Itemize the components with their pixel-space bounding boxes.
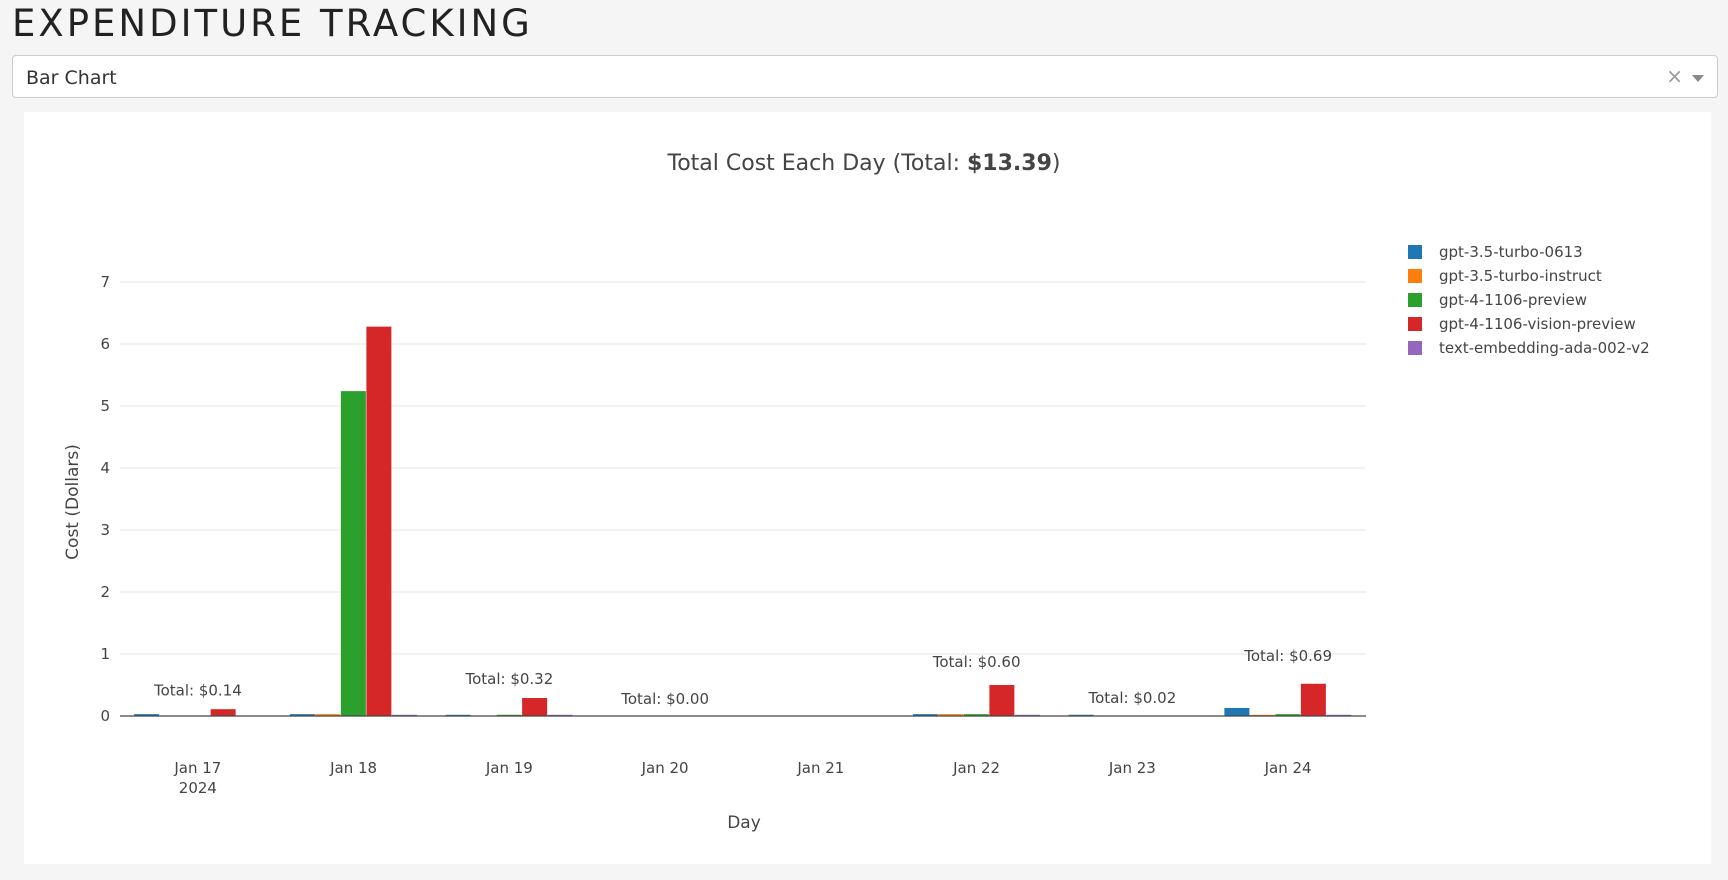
legend-swatch [1408,293,1422,307]
y-axis-label: Cost (Dollars) [63,444,83,560]
chart-title-prefix: Total Cost Each Day (Total: [667,151,968,176]
bar-gpt-4-1106-vision-preview-jan-19[interactable] [522,698,548,716]
x-tick-sublabel: 2024 [179,779,217,797]
legend-label: text-embedding-ada-002-v2 [1439,339,1650,357]
bar-annotations: Total: $0.14 Total: $0.32 Total: $0.00 Tota… [153,647,1332,708]
legend-swatch [1408,317,1422,331]
legend-item[interactable]: gpt-3.5-turbo-instruct [1408,267,1602,285]
bars [134,326,1352,716]
y-tick-label: 2 [100,583,110,601]
cost-bar-chart: Total Cost Each Day (Total: $13.39) 0 1 2 3… [63,151,1650,833]
x-tick-label: Jan 19 [485,759,533,777]
bar-gpt-4-1106-vision-preview-jan-24[interactable] [1300,683,1326,716]
legend-label: gpt-4-1106-vision-preview [1439,315,1636,333]
chart-panel: Total Cost Each Day (Total: $13.39) 0 1 2 3… [24,112,1711,864]
legend-item[interactable]: gpt-4-1106-vision-preview [1408,315,1636,333]
bar-gpt-4-1106-vision-preview-jan-22[interactable] [989,685,1015,716]
x-tick-labels: Jan 17 2024 Jan 18 Jan 19 Jan 20 Jan 21 Jan 22… [173,759,1311,797]
legend-label: gpt-3.5-turbo-0613 [1439,243,1583,261]
legend-item[interactable]: text-embedding-ada-002-v2 [1408,339,1650,357]
x-tick-label: Jan 23 [1108,759,1156,777]
chart-type-selected-value: Bar Chart [26,67,117,89]
total-annotation: Total: $0.60 [932,653,1021,671]
chart-type-dropdown[interactable]: Bar Chart × [12,55,1718,98]
bar-gpt-4-1106-vision-preview-jan-17[interactable] [210,709,236,716]
grid-lines [120,281,1366,655]
legend-item[interactable]: gpt-4-1106-preview [1408,291,1587,309]
x-tick-label: Jan 21 [796,759,844,777]
legend-swatch [1408,341,1422,355]
chart-title: Total Cost Each Day (Total: $13.39) [667,151,1061,176]
x-tick-label: Jan 22 [952,759,1000,777]
bar-gpt-4-1106-vision-preview-jan-18[interactable] [366,326,392,716]
total-annotation: Total: $0.14 [153,681,242,699]
total-annotation: Total: $0.69 [1243,647,1332,665]
x-axis-label: Day [727,813,761,833]
total-annotation: Total: $0.00 [620,690,709,708]
y-tick-label: 0 [100,707,110,725]
legend-swatch [1408,269,1422,283]
y-tick-label: 7 [100,273,110,291]
x-tick-label: Jan 24 [1264,759,1312,777]
x-tick-label: Jan 18 [329,759,377,777]
clear-icon[interactable]: × [1666,66,1683,86]
y-tick-label: 6 [100,335,110,353]
legend-label: gpt-3.5-turbo-instruct [1439,267,1602,285]
bar-gpt-3.5-turbo-0613-jan-24[interactable] [1224,707,1250,716]
legend-label: gpt-4-1106-preview [1439,291,1587,309]
y-tick-label: 3 [100,521,110,539]
x-tick-label: Jan 20 [641,759,689,777]
chevron-down-icon[interactable] [1692,75,1704,82]
legend-swatch [1408,245,1422,259]
y-tick-label: 1 [100,645,110,663]
legend-item[interactable]: gpt-3.5-turbo-0613 [1408,243,1583,261]
chart-title-total: $13.39 [967,151,1052,176]
page-title: EXPENDITURE TRACKING [12,2,533,45]
y-tick-label: 5 [100,397,110,415]
y-tick-label: 4 [100,459,110,477]
total-annotation: Total: $0.02 [1087,689,1176,707]
legend[interactable]: gpt-3.5-turbo-0613 gpt-3.5-turbo-instruct… [1408,243,1650,357]
y-tick-labels: 0 1 2 3 4 5 6 7 [100,273,110,725]
bar-gpt-4-1106-preview-jan-18[interactable] [340,391,366,716]
total-annotation: Total: $0.32 [464,670,553,688]
x-tick-label: Jan 17 [173,759,221,777]
chart-title-suffix: ) [1052,151,1061,176]
